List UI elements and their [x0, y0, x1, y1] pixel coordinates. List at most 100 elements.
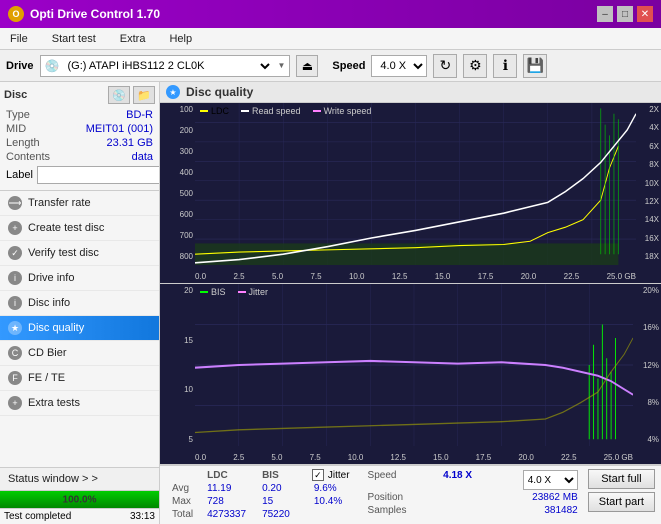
app-icon: O — [8, 6, 24, 22]
chart-ldc: LDC Read speed Write speed 8007006005004… — [160, 103, 661, 284]
drive-selector-container: 💿 (G:) ATAPI iHBS112 2 CL0K ▼ — [40, 55, 291, 77]
progress-bar-container: 100.0% — [0, 490, 159, 508]
speed-row: Speed 4.18 X 4.0 X — [368, 469, 578, 491]
start-full-button[interactable]: Start full — [588, 469, 655, 489]
maximize-button[interactable]: □ — [617, 6, 633, 22]
nav-disc-quality[interactable]: ★ Disc quality — [0, 316, 159, 341]
disc-contents-value: data — [132, 151, 153, 163]
stats-avg-bis: 0.20 — [254, 482, 298, 495]
menu-bar: File Start test Extra Help — [0, 28, 661, 50]
status-window-label: Status window > > — [8, 473, 98, 485]
menu-file[interactable]: File — [4, 31, 34, 47]
stats-total-ldc: 4273337 — [199, 508, 254, 521]
nav-verify-test-disc[interactable]: ✓ Verify test disc — [0, 241, 159, 266]
speed-select-stats[interactable]: 4.0 X — [523, 470, 578, 490]
disc-mid-row: MID MEIT01 (001) — [4, 122, 155, 136]
nav-label-transfer: Transfer rate — [28, 197, 91, 209]
status-window-button[interactable]: Status window > > — [0, 468, 159, 490]
jitter-checkbox[interactable]: ✓ — [312, 469, 324, 481]
left-panel: Disc 💿 📁 Type BD-R MID MEIT01 (001) Leng… — [0, 82, 160, 524]
start-part-button[interactable]: Start part — [588, 492, 655, 512]
stats-total-row: Total 4273337 75220 — [166, 508, 298, 521]
right-stats: Speed 4.18 X 4.0 X Position 23862 MB Sam… — [368, 469, 578, 517]
disc-section: Disc 💿 📁 Type BD-R MID MEIT01 (001) Leng… — [0, 82, 159, 191]
main-layout: Disc 💿 📁 Type BD-R MID MEIT01 (001) Leng… — [0, 82, 661, 524]
title-bar: O Opti Drive Control 1.70 – □ ✕ — [0, 0, 661, 28]
disc-contents-row: Contents data — [4, 150, 155, 164]
stats-max-label: Max — [166, 495, 199, 508]
save-button[interactable]: 💾 — [523, 54, 547, 78]
nav-icon-transfer: ⟶ — [8, 196, 22, 210]
jitter-avg-value: 9.6% — [314, 483, 337, 494]
nav-icon-discinfo: i — [8, 296, 22, 310]
nav-create-test-disc[interactable]: + Create test disc — [0, 216, 159, 241]
nav-label-drive: Drive info — [28, 272, 74, 284]
legend-writespeed: Write speed — [313, 106, 372, 116]
drive-bar: Drive 💿 (G:) ATAPI iHBS112 2 CL0K ▼ ⏏ Sp… — [0, 50, 661, 82]
nav-transfer-rate[interactable]: ⟶ Transfer rate — [0, 191, 159, 216]
eject-button[interactable]: ⏏ — [296, 55, 318, 77]
nav-disc-info[interactable]: i Disc info — [0, 291, 159, 316]
samples-label: Samples — [368, 505, 407, 516]
chart1-y-right: 18X16X14X12X10X8X6X4X2X — [636, 103, 661, 263]
close-button[interactable]: ✕ — [637, 6, 653, 22]
nav-cd-bier[interactable]: C CD Bier — [0, 341, 159, 366]
title-bar-left: O Opti Drive Control 1.70 — [8, 6, 160, 22]
stats-col-bis: BIS — [254, 469, 298, 482]
disc-eject-button[interactable]: 💿 — [108, 86, 130, 104]
jitter-section: ✓ Jitter 9.6% 10.4% — [312, 469, 350, 507]
menu-help[interactable]: Help — [163, 31, 198, 47]
stats-avg-ldc: 11.19 — [199, 482, 254, 495]
legend-readspeed: Read speed — [241, 106, 301, 116]
position-value: 23862 MB — [532, 492, 578, 503]
chart2-y-left: 5101520 — [160, 284, 195, 446]
disc-length-value: 23.31 GB — [107, 137, 153, 149]
settings-button[interactable]: ⚙ — [463, 54, 487, 78]
nav-label-quality: Disc quality — [28, 322, 84, 334]
nav-fe-te[interactable]: F FE / TE — [0, 366, 159, 391]
nav-drive-info[interactable]: i Drive info — [0, 266, 159, 291]
nav-label-extra: Extra tests — [28, 397, 80, 409]
disc-quality-icon: ★ — [166, 85, 180, 99]
status-time: 33:13 — [130, 511, 155, 522]
jitter-max-value: 10.4% — [314, 496, 342, 507]
disc-label-input[interactable] — [37, 166, 160, 184]
status-area: Status window > > 100.0% Test completed … — [0, 467, 159, 524]
minimize-button[interactable]: – — [597, 6, 613, 22]
disc-label-text: Label — [6, 169, 33, 181]
chart2-svg — [195, 284, 633, 446]
chart2-y-right: 4%8%12%16%20% — [633, 284, 661, 446]
jitter-header: ✓ Jitter — [312, 469, 350, 481]
position-label: Position — [368, 492, 404, 503]
menu-start-test[interactable]: Start test — [46, 31, 102, 47]
charts-area: LDC Read speed Write speed 8007006005004… — [160, 103, 661, 524]
drive-dropdown[interactable]: (G:) ATAPI iHBS112 2 CL0K — [63, 59, 273, 73]
stats-table: LDC BIS Avg 11.19 0.20 Max 728 — [166, 469, 298, 521]
legend-ldc-label: LDC — [211, 106, 229, 116]
legend-ldc: LDC — [200, 106, 229, 116]
nav-icon-create: + — [8, 221, 22, 235]
refresh-button[interactable]: ↻ — [433, 54, 457, 78]
jitter-avg-row: 9.6% — [312, 483, 350, 494]
nav-label-cdbier: CD Bier — [28, 347, 67, 359]
disc-type-label: Type — [6, 109, 30, 121]
disc-folder-button[interactable]: 📁 — [133, 86, 155, 104]
status-text-row: Test completed 33:13 — [0, 508, 159, 524]
nav-icon-extra: + — [8, 396, 22, 410]
menu-extra[interactable]: Extra — [114, 31, 152, 47]
chart1-x-axis: 0.02.55.07.510.012.515.017.520.022.525.0… — [195, 272, 636, 281]
jitter-label: Jitter — [328, 470, 350, 481]
stats-max-bis: 15 — [254, 495, 298, 508]
nav-icon-verify: ✓ — [8, 246, 22, 260]
speed-dropdown[interactable]: 4.0 X 2.0 X 1.0 X — [371, 55, 427, 77]
chart2-x-axis: 0.02.55.07.510.012.515.017.520.022.525.0… — [195, 453, 633, 462]
speed-label: Speed — [332, 60, 365, 72]
nav-extra-tests[interactable]: + Extra tests — [0, 391, 159, 416]
drive-label: Drive — [6, 60, 34, 72]
buttons-area: Start full Start part — [588, 469, 655, 512]
nav-icon-cdbier: C — [8, 346, 22, 360]
app-title: Opti Drive Control 1.70 — [30, 7, 160, 21]
info-button[interactable]: ℹ — [493, 54, 517, 78]
stats-col-ldc: LDC — [199, 469, 254, 482]
disc-contents-label: Contents — [6, 151, 50, 163]
